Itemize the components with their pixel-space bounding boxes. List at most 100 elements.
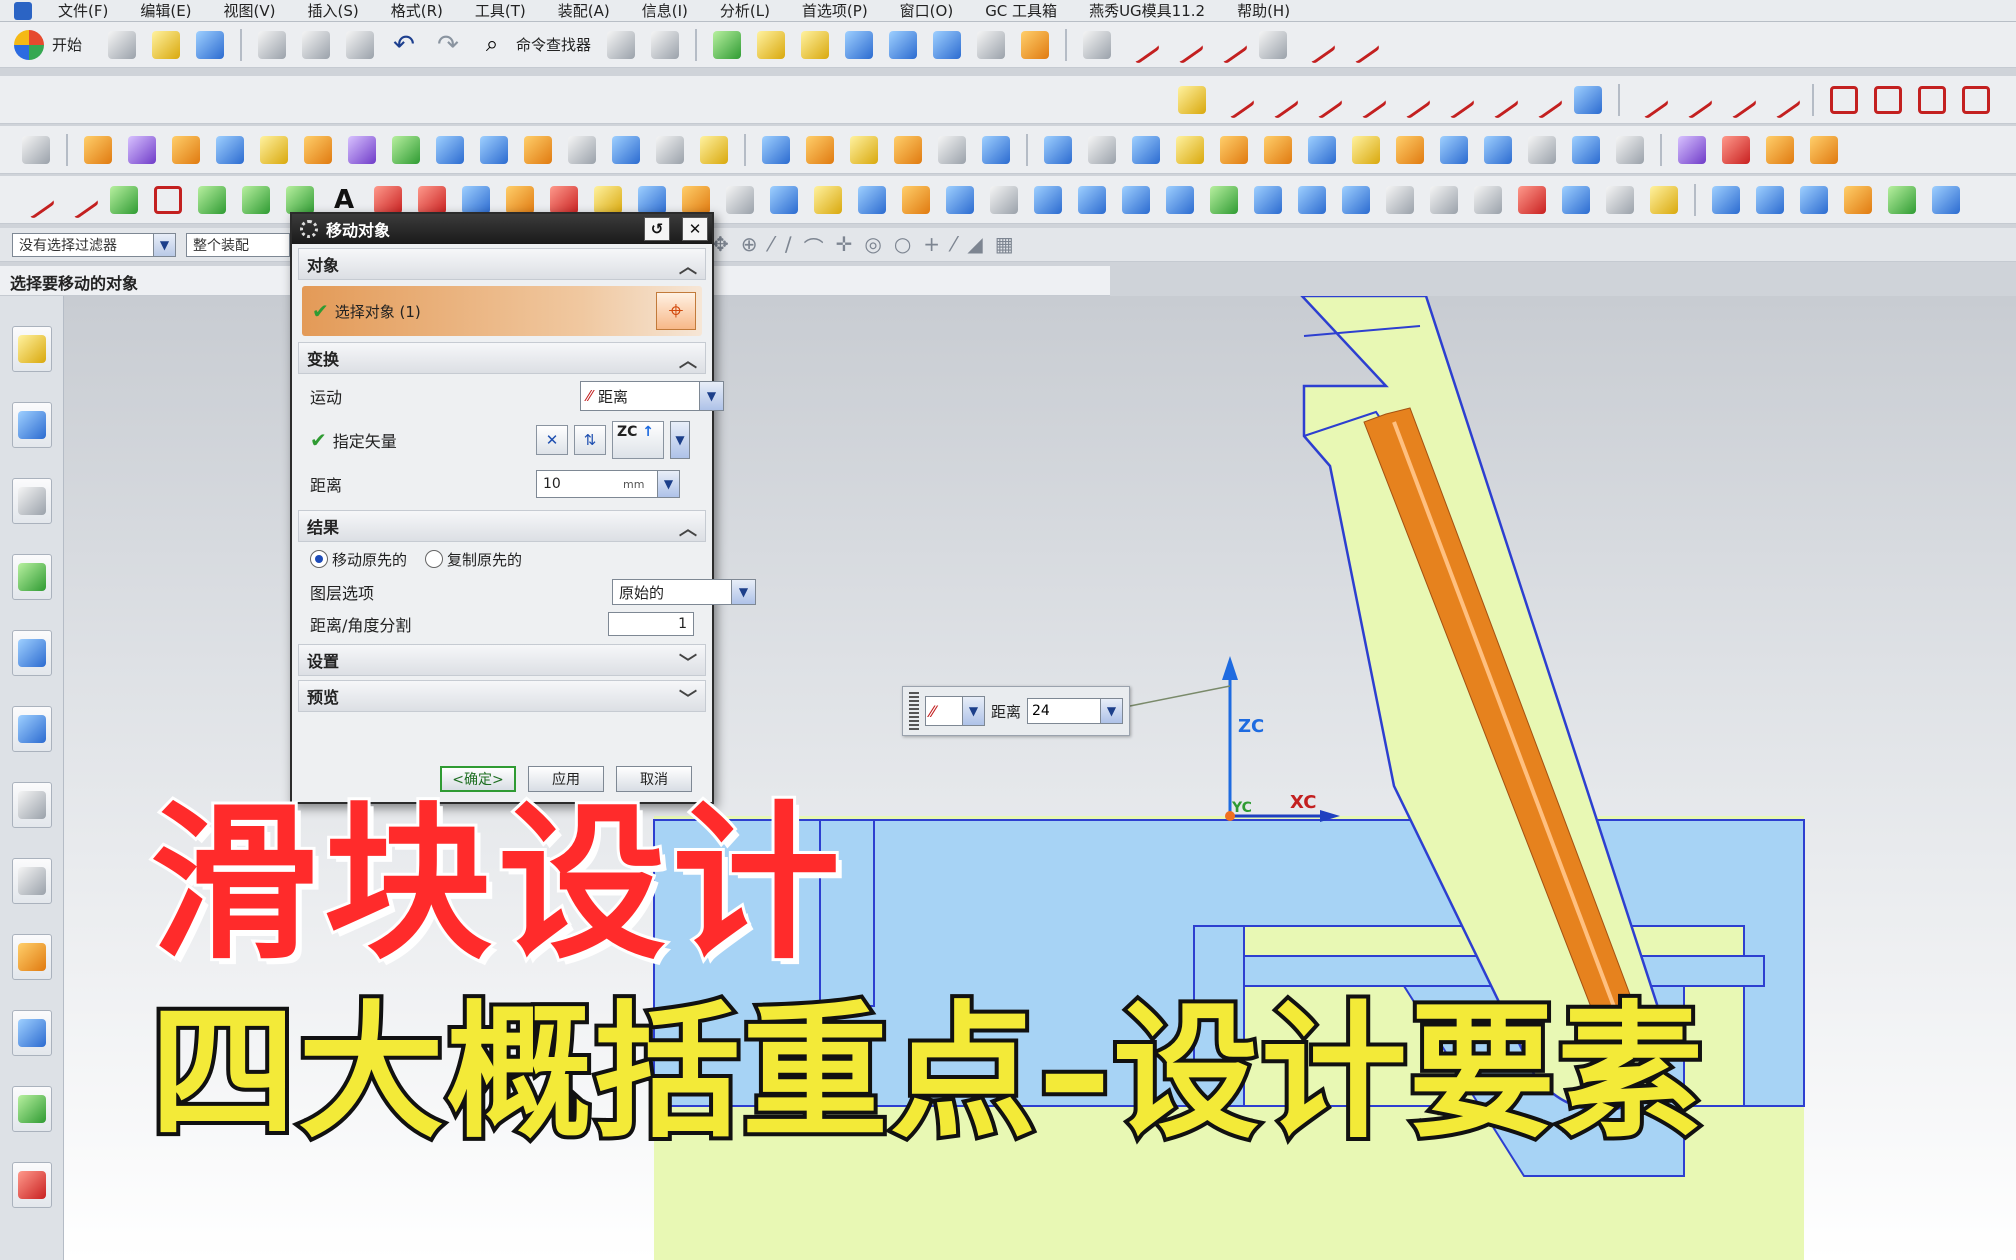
plane-grid-button[interactable] (1571, 83, 1605, 117)
arrow-down-icon[interactable]: ▼ (657, 471, 679, 497)
start-button[interactable]: 开始 (14, 29, 90, 60)
menu-view[interactable]: 视图(V) (208, 0, 292, 21)
surf-32-button[interactable] (1797, 183, 1831, 217)
curve-tool-2-button[interactable] (1121, 25, 1161, 64)
snap-on-face-icon[interactable]: ◢ (967, 232, 982, 261)
surf-spline-button[interactable] (107, 183, 141, 217)
snap2-button[interactable] (930, 28, 964, 62)
mold-tool-2-button[interactable] (125, 133, 159, 167)
menu-edit[interactable]: 编辑(E) (124, 0, 207, 21)
surf-21-button[interactable] (1251, 183, 1285, 217)
surf-35-button[interactable] (1929, 183, 1963, 217)
assembly-navigator-tab[interactable] (11, 326, 52, 372)
curve-tool-7-button[interactable] (1341, 25, 1381, 64)
mold-tool-26-button[interactable] (1217, 133, 1251, 167)
chevron-down-icon[interactable]: ▼ (670, 421, 690, 459)
vector-dialog-button[interactable]: ✕ (536, 425, 568, 455)
undo-button[interactable]: ↶ (387, 28, 421, 62)
mold-tool-28-button[interactable] (1305, 133, 1339, 167)
users-tab[interactable] (11, 1086, 52, 1132)
surf-17-button[interactable] (1075, 183, 1109, 217)
mold-tool-14-button[interactable] (653, 133, 687, 167)
snap-copy-icon[interactable]: ⊕ (741, 232, 758, 261)
circle-button[interactable] (1827, 83, 1861, 117)
move-original-radio[interactable]: 移动原先的 (310, 549, 407, 570)
surf-9-button[interactable] (723, 183, 757, 217)
surf-30-button[interactable] (1709, 183, 1743, 217)
mold-tool-33-button[interactable] (1525, 133, 1559, 167)
surf-33-button[interactable] (1841, 183, 1875, 217)
menu-assembly[interactable]: 装配(A) (542, 0, 626, 21)
mold-tool-13-button[interactable] (609, 133, 643, 167)
mold-tool-24-button[interactable] (1129, 133, 1163, 167)
nx-app-icon[interactable] (14, 1, 32, 20)
surf-10-button[interactable] (767, 183, 801, 217)
point-line-button[interactable] (1260, 80, 1300, 119)
surf-29-button[interactable] (1647, 183, 1681, 217)
mold-tool-6-button[interactable] (301, 133, 335, 167)
surf-28-button[interactable] (1559, 183, 1593, 217)
mold-tool-30-button[interactable] (1393, 133, 1427, 167)
arrow-down-icon[interactable]: ▼ (1100, 699, 1123, 723)
curve-tool-6-button[interactable] (1297, 25, 1337, 64)
command-finder-label[interactable]: 命令查找器 (516, 34, 591, 55)
distance-input[interactable]: 10 mm ▼ (536, 470, 680, 498)
mold-tool-5-button[interactable] (257, 133, 291, 167)
mold-tool-34-button[interactable] (1569, 133, 1603, 167)
select-object-row[interactable]: ✔ 选择对象 (1) ⌖ (302, 286, 702, 336)
associative-button[interactable] (1175, 83, 1209, 117)
snap-intersection-icon[interactable]: ✛ (836, 232, 853, 261)
snap-button[interactable] (886, 28, 920, 62)
mold-tool-38-button[interactable] (1763, 133, 1797, 167)
surf-19-button[interactable] (1163, 183, 1197, 217)
snap-on-curve-icon[interactable]: ⁄ (952, 232, 955, 261)
surf-15-button[interactable] (987, 183, 1021, 217)
arc-tangent-button[interactable] (1436, 80, 1476, 119)
curve-tool-1-button[interactable] (1080, 28, 1114, 62)
mold-tool-21-button[interactable] (979, 133, 1013, 167)
mold-tool-8-button[interactable] (389, 133, 423, 167)
surf-14-button[interactable] (943, 183, 977, 217)
menu-insert[interactable]: 插入(S) (292, 0, 375, 21)
surf-line-button[interactable] (16, 180, 56, 219)
circle-4-button[interactable] (1959, 83, 1993, 117)
snap-center-icon[interactable]: ◎ (864, 232, 881, 261)
info-button[interactable] (1603, 183, 1637, 217)
snap-midpoint-icon[interactable]: ∕ (785, 232, 792, 261)
surf-25-button[interactable] (1427, 183, 1461, 217)
drag-handle[interactable] (909, 692, 919, 730)
transform-button[interactable] (754, 28, 788, 62)
measure-button[interactable] (1018, 28, 1052, 62)
menu-yanxiu-mold[interactable]: 燕秀UG模具11.2 (1073, 0, 1221, 21)
curve-tool-5-button[interactable] (1256, 28, 1290, 62)
selection-scope-dropdown[interactable]: 整个装配 (186, 232, 290, 257)
surf-27-button[interactable] (1515, 183, 1549, 217)
object-group-header[interactable]: 对象 ︿ (298, 248, 706, 280)
parallel-line-button[interactable] (1304, 80, 1344, 119)
surf-curve-2-button[interactable] (239, 183, 273, 217)
mold-tool-32-button[interactable] (1481, 133, 1515, 167)
snap-endpoint-icon[interactable]: ⁄ (770, 232, 773, 261)
motion-dropdown[interactable]: ⁄⁄ 距离 ▼ (580, 381, 725, 411)
role-tab[interactable] (11, 1010, 52, 1056)
surf-13-button[interactable] (899, 183, 933, 217)
reuse-library-tab[interactable] (11, 554, 52, 600)
mold-tool-31-button[interactable] (1437, 133, 1471, 167)
selection-filter-dropdown[interactable]: 没有选择过滤器 ▼ (12, 232, 176, 257)
sketch-button[interactable] (19, 133, 53, 167)
wcs-button[interactable] (710, 28, 744, 62)
part-navigator-tab[interactable] (11, 478, 52, 524)
surf-34-button[interactable] (1885, 183, 1919, 217)
surf-12-button[interactable] (855, 183, 889, 217)
copy-button[interactable] (299, 28, 333, 62)
move-component-button[interactable] (798, 28, 832, 62)
onscreen-distance-input[interactable]: 24 ▼ (1027, 698, 1124, 724)
select-object-button[interactable]: ⌖ (656, 292, 696, 330)
mold-tool-1-button[interactable] (81, 133, 115, 167)
internet-explorer-tab[interactable] (11, 630, 52, 676)
arc-4-button[interactable] (1674, 80, 1714, 119)
result-group-header[interactable]: 结果 ︿ (298, 510, 706, 542)
menu-gc-toolkit[interactable]: GC 工具箱 (969, 0, 1073, 21)
save-button[interactable] (193, 28, 227, 62)
mold-tool-35-button[interactable] (1613, 133, 1647, 167)
